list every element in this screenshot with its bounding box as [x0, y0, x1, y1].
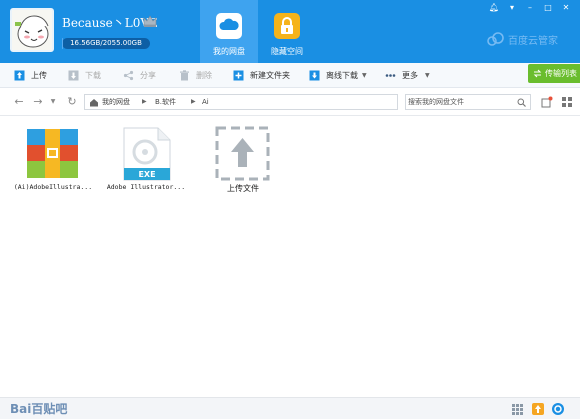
exe-badge: EXE [138, 170, 155, 179]
download-label: 下载 [85, 71, 101, 80]
breadcrumb-separator-icon[interactable]: ▶ [142, 95, 147, 109]
refresh-icon[interactable]: ↻ [65, 95, 79, 109]
maximize-icon[interactable]: □ [540, 2, 556, 14]
offline-download-caret-icon[interactable]: ▼ [362, 63, 367, 88]
brand-text: 百度云管家 [508, 36, 558, 47]
menu-icon[interactable]: ▾ [504, 2, 520, 14]
more-dots-icon [385, 74, 396, 77]
brand-logo: 百度云管家 [486, 32, 566, 48]
breadcrumb-separator-icon[interactable]: ▶ [191, 95, 196, 109]
address-bar: ← → ▼ ↻ 我的网盘 ▶ B.软件 ▶ Ai [0, 89, 580, 116]
toolbar: 上传 下载 分享 删除 新建文件夹 离线下载 ▼ 更多 ▼ [0, 63, 580, 88]
file-grid: (Ai)AdobeIllustra... EXE Adobe Illustrat… [0, 117, 580, 397]
more-caret-icon[interactable]: ▼ [425, 63, 430, 88]
upload-icon [14, 70, 25, 81]
breadcrumb: 我的网盘 ▶ B.软件 ▶ Ai [84, 94, 398, 110]
offline-download-label: 离线下载 [326, 71, 358, 80]
bell-icon[interactable]: 🔔︎ [486, 2, 502, 14]
search-box [405, 94, 531, 110]
breadcrumb-item[interactable]: Ai [202, 95, 209, 109]
download-icon [68, 70, 79, 81]
file-name: 上传文件 [227, 184, 259, 193]
app-header: Because丶L0VE 16.56GB/2055.00GB 我的网盘 隐藏空间… [0, 0, 580, 63]
trash-icon [180, 70, 189, 81]
cloud-icon [215, 12, 243, 40]
transfer-list-button[interactable]: 传输列表 [528, 64, 580, 83]
tab-label: 我的网盘 [213, 47, 245, 56]
settings-circle-icon[interactable] [551, 402, 565, 416]
back-arrow-icon[interactable]: ← [12, 95, 26, 109]
file-name: Adobe Illustrator... [106, 183, 186, 191]
new-folder-label: 新建文件夹 [250, 71, 290, 80]
baidu-cloud-icon [487, 32, 504, 46]
upload-file-tile[interactable]: 上传文件 [195, 117, 291, 197]
avatar[interactable] [10, 8, 54, 52]
upload-tray-icon[interactable] [531, 402, 545, 416]
home-icon[interactable] [89, 98, 99, 107]
vip-crown-icon[interactable] [142, 13, 158, 29]
watermark: Bai百贴吧 [10, 402, 68, 416]
upload-label: 上传 [31, 71, 47, 80]
file-item[interactable]: EXE Adobe Illustrator... [98, 117, 194, 197]
forward-arrow-icon[interactable]: → [31, 95, 45, 109]
grid-view-icon[interactable] [561, 96, 573, 108]
sort-view-icon[interactable] [541, 96, 553, 108]
archive-icon [27, 129, 78, 178]
offline-download-icon [309, 70, 320, 81]
minimize-icon[interactable]: – [522, 2, 538, 14]
transfer-list-label: 传输列表 [545, 69, 577, 78]
more-label: 更多 [402, 71, 418, 80]
lock-icon [273, 12, 301, 40]
file-name: (Ai)AdobeIllustra... [13, 183, 93, 191]
tab-hidden-space[interactable]: 隐藏空间 [258, 0, 316, 63]
quota-text: 16.56GB/2055.00GB [70, 39, 142, 47]
search-icon[interactable] [517, 98, 526, 107]
breadcrumb-item[interactable]: B.软件 [155, 95, 176, 109]
share-icon [123, 70, 134, 81]
file-item[interactable]: (Ai)AdobeIllustra... [5, 117, 101, 197]
share-label: 分享 [140, 71, 156, 80]
apps-grid-icon[interactable] [510, 402, 524, 416]
search-input[interactable] [408, 96, 512, 108]
history-dropdown-icon[interactable]: ▼ [46, 95, 60, 109]
breadcrumb-item[interactable]: 我的网盘 [102, 95, 130, 109]
quota-bar: 16.56GB/2055.00GB [62, 38, 150, 49]
delete-label: 删除 [196, 71, 212, 80]
exe-file-icon: EXE [123, 127, 171, 181]
transfer-icon [533, 69, 542, 78]
window-controls: 🔔︎ ▾ – □ ✕ [484, 2, 574, 14]
tab-my-netdisk[interactable]: 我的网盘 [200, 0, 258, 63]
close-icon[interactable]: ✕ [558, 2, 574, 14]
tab-label: 隐藏空间 [271, 47, 303, 56]
new-folder-icon [233, 70, 244, 81]
upload-placeholder-icon [215, 126, 270, 181]
status-bar: Bai百贴吧 [0, 397, 580, 419]
